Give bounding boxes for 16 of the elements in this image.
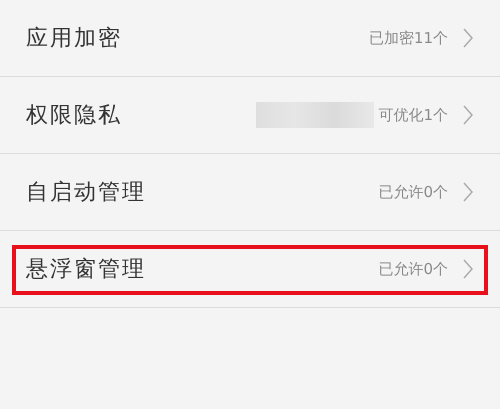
setting-row[interactable]: 自启动管理 已允许0个 <box>0 154 500 231</box>
chevron-right-icon[interactable] <box>462 181 474 203</box>
chevron-right-icon[interactable] <box>462 27 474 49</box>
setting-status: 已允许0个 <box>378 260 448 278</box>
setting-status: 已加密11个 <box>368 28 448 48</box>
setting-row[interactable]: 权限隐私 可优化1个 <box>0 77 500 154</box>
setting-row[interactable]: 应用加密 已加密11个 <box>0 0 500 77</box>
setting-title: 权限隐私 <box>26 102 123 130</box>
setting-title: 自启动管理 <box>26 179 147 207</box>
setting-status: 已允许0个 <box>378 182 448 202</box>
chevron-right-icon[interactable] <box>462 258 474 280</box>
setting-status: 可优化1个 <box>378 106 448 124</box>
setting-title: 应用加密 <box>26 25 123 53</box>
chevron-right-icon[interactable] <box>462 104 474 126</box>
setting-row[interactable]: 悬浮窗管理 已允许0个 <box>0 231 500 308</box>
setting-title: 悬浮窗管理 <box>26 256 147 284</box>
